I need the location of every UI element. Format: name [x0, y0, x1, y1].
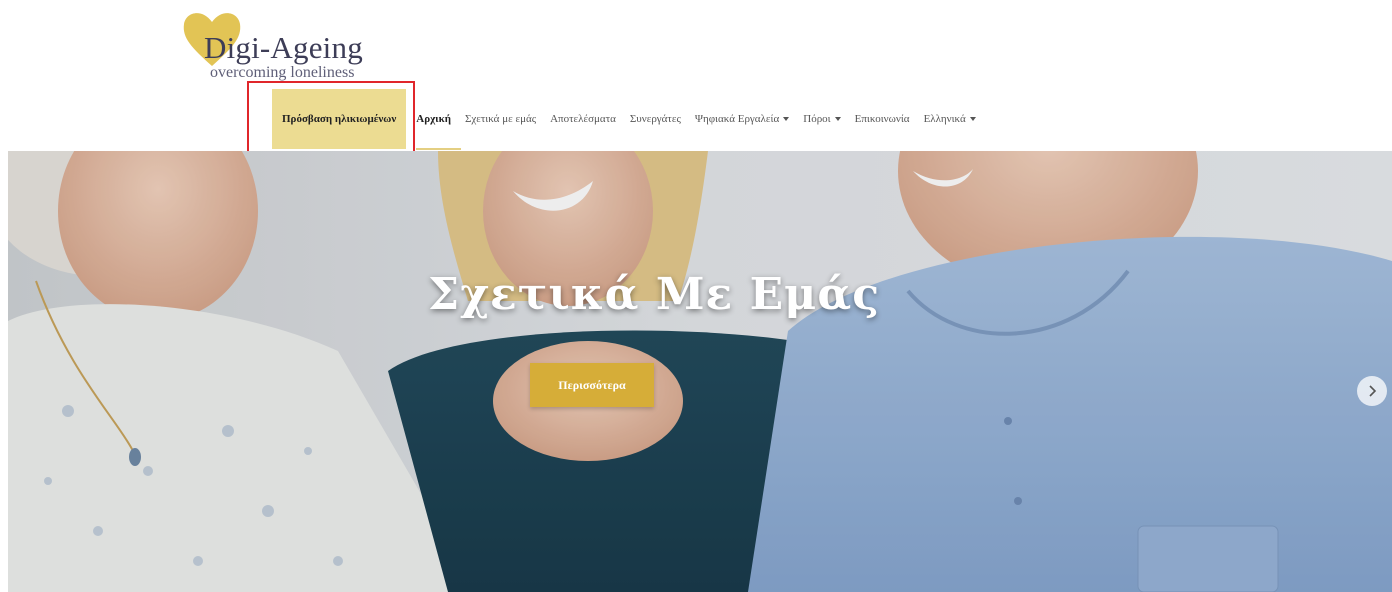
nav-item-about[interactable]: Σχετικά με εμάς [465, 88, 536, 150]
nav-item-partners[interactable]: Συνεργάτες [630, 88, 681, 150]
language-label: Ελληνικά [923, 113, 966, 125]
caret-down-icon [783, 117, 790, 121]
nav-item-senior-access[interactable]: Πρόσβαση ηλικιωμένων [272, 89, 407, 149]
nav-item-digital-tools[interactable]: Ψηφιακά Εργαλεία [694, 88, 790, 150]
hero-image [8, 151, 1392, 592]
hero-title: Σχετικά Με Εμάς [428, 269, 881, 320]
more-button[interactable]: Περισσότερα [530, 363, 654, 407]
main-navigation: Πρόσβαση ηλικιωμένων Αρχική Σχετικά με ε… [272, 88, 990, 150]
language-selector[interactable]: Ελληνικά [924, 88, 976, 150]
caret-down-icon [969, 117, 976, 121]
nav-item-label: Ψηφιακά Εργαλεία [694, 113, 780, 125]
nav-item-label: Επικοινωνία [854, 113, 910, 125]
slider-next-button[interactable] [1357, 376, 1387, 406]
chevron-right-icon [1369, 385, 1377, 397]
hero-slider: Σχετικά Με Εμάς Περισσότερα [8, 151, 1392, 592]
nav-item-label: Αρχική [416, 113, 451, 125]
nav-item-resources[interactable]: Πόροι [803, 88, 841, 150]
caret-down-icon [834, 117, 841, 121]
site-logo[interactable]: Digi-Ageing overcoming loneliness [180, 8, 370, 88]
nav-item-label: Πόροι [803, 113, 831, 125]
logo-title: Digi-Ageing [204, 30, 363, 65]
nav-item-home[interactable]: Αρχική [416, 88, 461, 150]
logo-tagline: overcoming loneliness [210, 64, 355, 81]
nav-item-label: Συνεργάτες [629, 113, 681, 125]
nav-item-contact[interactable]: Επικοινωνία [855, 88, 910, 150]
nav-item-label: Σχετικά με εμάς [464, 113, 537, 125]
nav-item-label: Αποτελέσματα [550, 113, 616, 125]
nav-item-results[interactable]: Αποτελέσματα [550, 88, 616, 150]
nav-item-label: Πρόσβαση ηλικιωμένων [282, 113, 397, 125]
